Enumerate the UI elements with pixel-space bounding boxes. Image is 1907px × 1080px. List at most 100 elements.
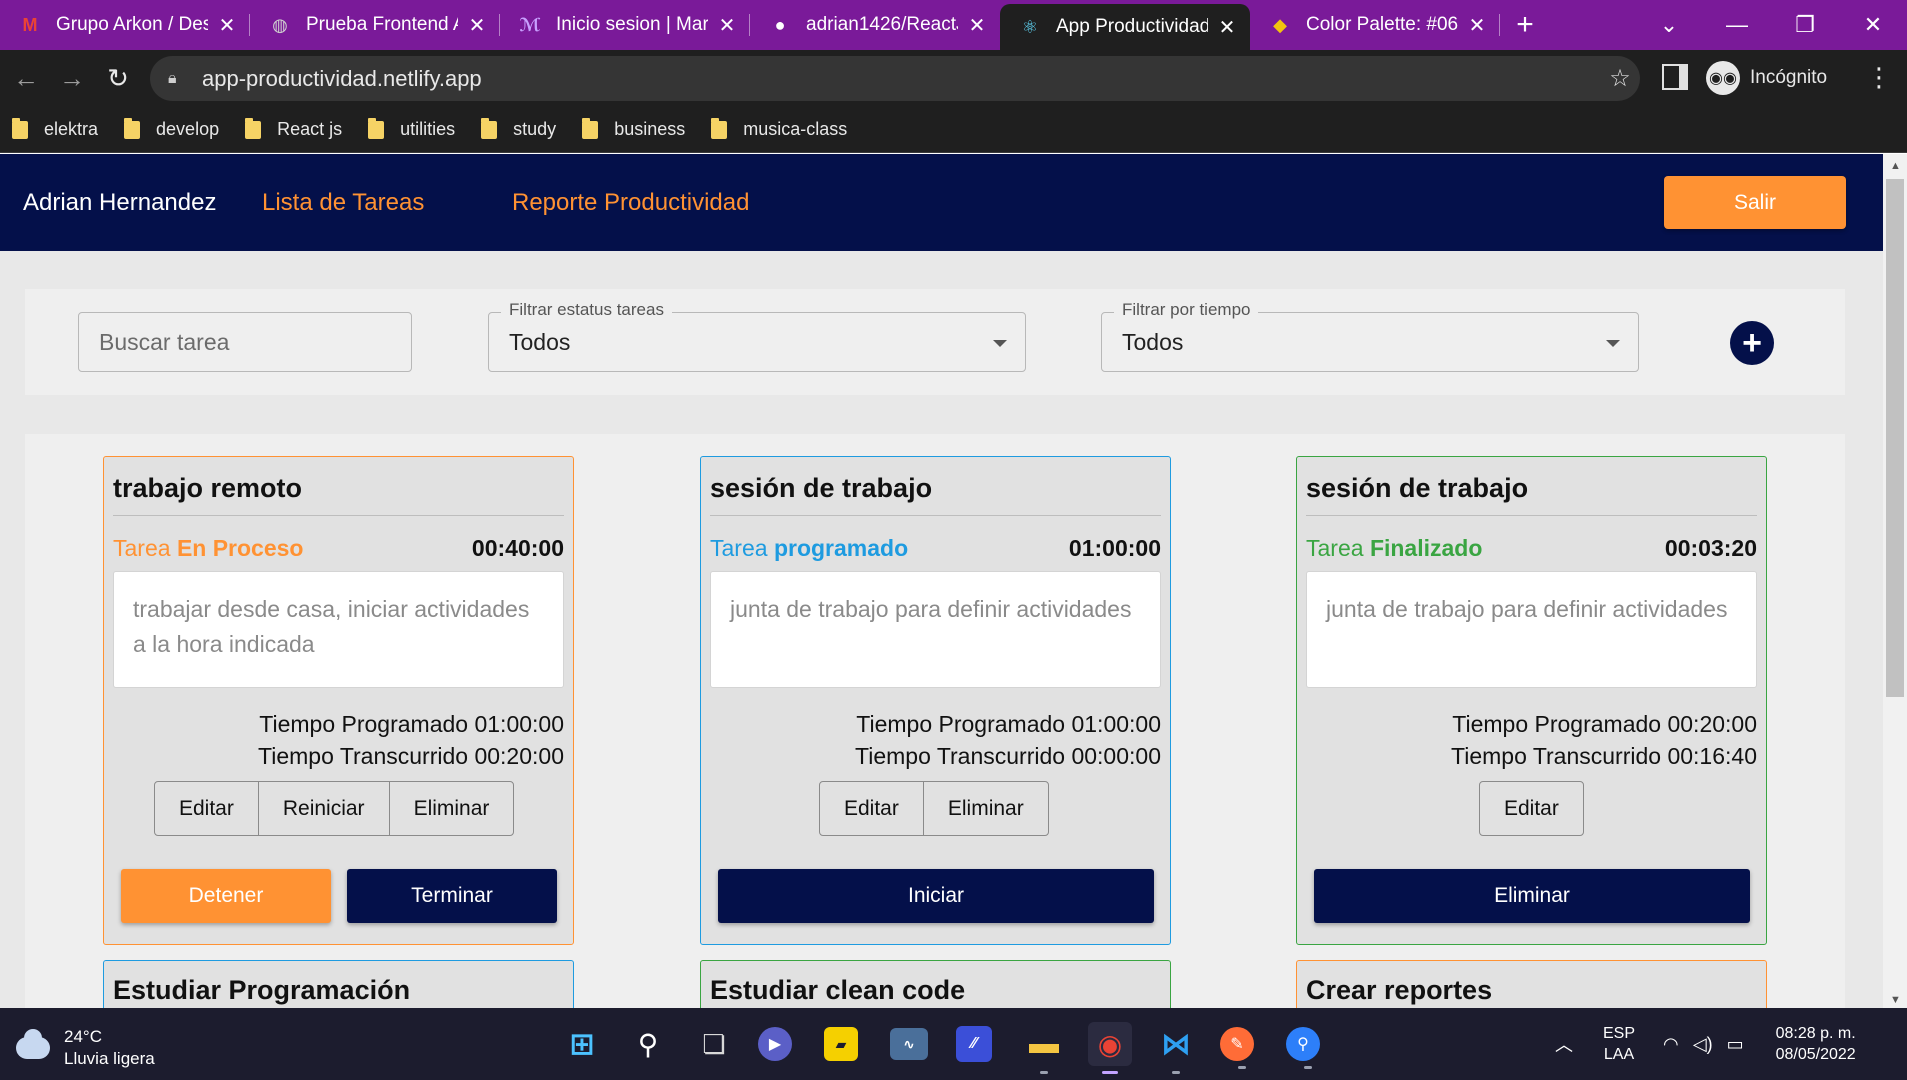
logout-button[interactable]: Salir: [1664, 176, 1846, 229]
omnibox[interactable]: 🔒︎ app-productividad.netlify.app ☆: [150, 56, 1640, 101]
time-filter-label: Filtrar por tiempo: [1114, 300, 1259, 320]
tab-title: Grupo Arkon / Desa: [56, 14, 208, 35]
bookmark-elektra[interactable]: elektra: [12, 117, 98, 140]
close-icon[interactable]: ✕: [966, 13, 988, 38]
task-title: Estudiar clean code: [710, 975, 966, 1005]
tab-search-icon[interactable]: ⌄: [1635, 12, 1703, 38]
time-filter-value: Todos: [1122, 329, 1184, 355]
chevron-up-icon[interactable]: ︿: [1555, 1031, 1573, 1057]
nav-link-task-list[interactable]: Lista de Tareas: [262, 189, 424, 217]
weather-widget[interactable]: 24°C Lluvia ligera: [16, 1026, 155, 1070]
system-clock[interactable]: 08:28 p. m. 08/05/2022: [1776, 1023, 1856, 1065]
tab-inicio-sesion[interactable]: ℳ Inicio sesion | Marv ✕: [500, 0, 750, 50]
delete-button[interactable]: Eliminar: [390, 782, 514, 835]
bookmark-label: study: [513, 119, 557, 139]
window-controls: ⌄ — ❐ ✕: [1635, 0, 1907, 50]
folder-icon: [368, 117, 385, 139]
incognito-profile[interactable]: ◉◉ Incógnito: [1706, 58, 1827, 98]
add-task-button[interactable]: +: [1730, 321, 1774, 365]
delete-button[interactable]: Eliminar: [924, 782, 1048, 835]
battery-icon[interactable]: ▭: [1727, 1034, 1744, 1055]
edit-button[interactable]: Editar: [820, 782, 924, 835]
new-tab-button[interactable]: +: [1500, 8, 1550, 42]
bookmark-react-js[interactable]: React js: [245, 117, 342, 140]
search-icon[interactable]: ⚲: [626, 1022, 670, 1066]
incognito-icon: ◉◉: [1706, 61, 1740, 95]
close-icon[interactable]: ✕: [1216, 15, 1238, 40]
restart-button[interactable]: Reiniciar: [259, 782, 390, 835]
back-icon[interactable]: ←: [6, 63, 46, 94]
start-button[interactable]: Iniciar: [718, 869, 1154, 923]
bookmark-star-icon[interactable]: ☆: [1600, 64, 1640, 93]
task-title: Estudiar Programación: [113, 975, 411, 1005]
app-navbar: Adrian Hernandez Lista de Tareas Reporte…: [0, 154, 1883, 251]
wifi-icon[interactable]: ◠: [1663, 1034, 1679, 1055]
task-title: sesión de trabajo: [1306, 473, 1529, 503]
bookmark-study[interactable]: study: [481, 117, 557, 140]
search-input[interactable]: [78, 312, 412, 372]
edit-button[interactable]: Editar: [1480, 782, 1583, 835]
url-text[interactable]: app-productividad.netlify.app: [202, 66, 1600, 92]
tab-app-productividad[interactable]: ⚛ App Productividad ✕: [1000, 4, 1250, 50]
divider: [1306, 515, 1757, 516]
side-panel-icon[interactable]: [1662, 64, 1688, 90]
lock-icon[interactable]: 🔒︎: [168, 70, 186, 88]
volume-icon[interactable]: ◁): [1693, 1034, 1713, 1055]
restore-icon[interactable]: ❐: [1771, 12, 1839, 38]
tab-gmail[interactable]: M Grupo Arkon / Desa ✕: [0, 0, 250, 50]
resource-monitor-icon[interactable]: ∿: [890, 1028, 928, 1060]
scroll-up-icon[interactable]: ▲: [1890, 160, 1901, 172]
time-filter-select[interactable]: Filtrar por tiempo Todos: [1101, 300, 1639, 372]
menu-kebab-icon[interactable]: ⋮: [1866, 62, 1892, 93]
forward-icon[interactable]: →: [52, 63, 92, 94]
programmed-time: Tiempo Programado 00:20:00: [1452, 711, 1757, 737]
task-button-group: Editar: [1479, 781, 1584, 836]
scroll-down-icon[interactable]: ▼: [1890, 994, 1901, 1006]
file-explorer-icon[interactable]: ▬: [1022, 1022, 1066, 1074]
close-icon[interactable]: ✕: [716, 13, 738, 38]
status-value: Finalizado: [1369, 535, 1483, 561]
tab-prueba-frontend[interactable]: ◍ Prueba Frontend Ar ✕: [250, 0, 500, 50]
location-app-icon[interactable]: ⚲: [1286, 1027, 1320, 1069]
azure-data-studio-icon[interactable]: ⁄⁄: [956, 1026, 992, 1062]
close-icon[interactable]: ✕: [216, 13, 238, 38]
chrome-icon[interactable]: ◉: [1088, 1022, 1132, 1074]
scrollbar-thumb[interactable]: [1886, 179, 1904, 697]
bookmark-utilities[interactable]: utilities: [368, 117, 455, 140]
bookmark-business[interactable]: business: [582, 117, 685, 140]
windows-start-icon[interactable]: ⊞: [560, 1022, 604, 1066]
nav-link-productivity-report[interactable]: Reporte Productividad: [512, 189, 749, 217]
stop-button[interactable]: Detener: [121, 869, 331, 923]
bookmark-develop[interactable]: develop: [124, 117, 219, 140]
tab-color-palette[interactable]: ◆ Color Palette: #061 ✕: [1250, 0, 1500, 50]
close-icon[interactable]: ✕: [1466, 13, 1488, 38]
close-window-icon[interactable]: ✕: [1839, 12, 1907, 38]
github-icon: ●: [774, 14, 786, 35]
tab-github[interactable]: ● adrian1426/ReactJS ✕: [750, 0, 1000, 50]
gmail-icon: M: [22, 14, 38, 35]
teams-chat-icon[interactable]: ▶: [758, 1027, 792, 1061]
task-description: junta de trabajo para definir actividade…: [710, 571, 1161, 688]
folder-icon: [582, 117, 599, 139]
task-title: Crear reportes: [1306, 975, 1493, 1005]
page-scrollbar[interactable]: ▲ ▼: [1883, 154, 1907, 1008]
folder-icon: [124, 117, 141, 139]
task-view-icon[interactable]: ❏: [692, 1022, 736, 1066]
weather-condition: Lluvia ligera: [64, 1049, 155, 1068]
minimize-icon[interactable]: —: [1703, 12, 1771, 38]
reload-icon[interactable]: ↻: [98, 63, 138, 94]
status-filter-select[interactable]: Filtrar estatus tareas Todos: [488, 300, 1026, 372]
postman-icon[interactable]: ✎: [1220, 1027, 1254, 1069]
delete-task-button[interactable]: Eliminar: [1314, 869, 1750, 923]
language-indicator[interactable]: ESP LAA: [1603, 1023, 1635, 1065]
finish-button[interactable]: Terminar: [347, 869, 557, 923]
bookmark-musica-class[interactable]: musica-class: [711, 117, 847, 140]
sticky-notes-icon[interactable]: ▰: [824, 1027, 858, 1061]
vscode-icon[interactable]: ⋈: [1154, 1022, 1198, 1074]
status-prefix: Tarea: [113, 535, 171, 561]
edit-button[interactable]: Editar: [155, 782, 259, 835]
close-icon[interactable]: ✕: [466, 13, 488, 38]
elapsed-time: Tiempo Transcurrido 00:20:00: [258, 743, 564, 769]
task-card: sesión de trabajo Tarea Finalizado 00:03…: [1296, 456, 1767, 945]
task-title: trabajo remoto: [113, 473, 303, 503]
